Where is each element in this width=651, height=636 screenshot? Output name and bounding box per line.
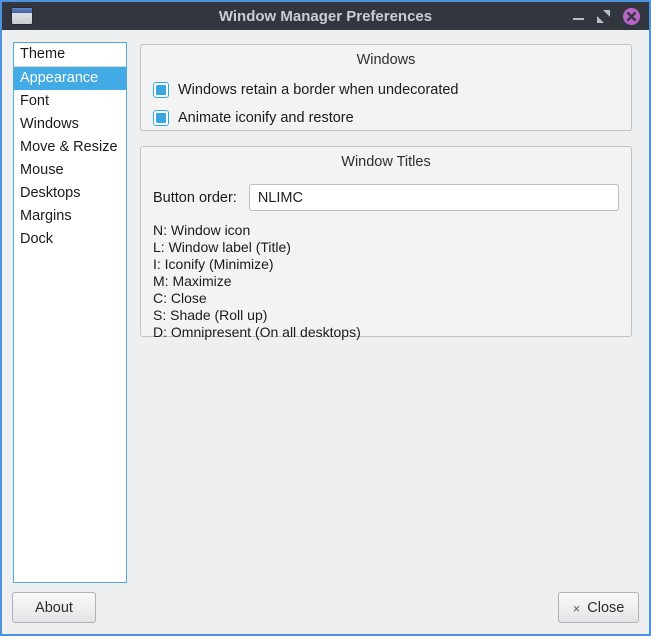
legend-line: N: Window icon	[153, 222, 619, 239]
window-titles-group-title: Window Titles	[141, 154, 631, 170]
close-icon[interactable]	[623, 8, 640, 25]
retain-border-label: Windows retain a border when undecorated	[178, 82, 459, 98]
legend-line: L: Window label (Title)	[153, 239, 619, 256]
button-order-input[interactable]	[249, 184, 619, 211]
app-window-icon	[11, 7, 33, 25]
legend-line: D: Omnipresent (On all desktops)	[153, 324, 619, 341]
checkbox-row-animate-iconify[interactable]: Animate iconify and restore	[153, 104, 619, 132]
window-title: Window Manager Preferences	[2, 8, 649, 25]
sidebar-item-move-resize[interactable]: Move & Resize	[14, 136, 126, 159]
window-manager-preferences-dialog: Window Manager Preferences Theme Appeara…	[0, 0, 651, 636]
sidebar-item-windows[interactable]: Windows	[14, 113, 126, 136]
sidebar-item-theme[interactable]: Theme	[14, 43, 126, 67]
minimize-icon[interactable]	[573, 18, 584, 20]
windows-group: Windows Windows retain a border when und…	[140, 44, 632, 131]
maximize-icon[interactable]	[597, 10, 610, 23]
about-button-label: About	[35, 600, 73, 616]
close-button[interactable]: × Close	[558, 592, 639, 623]
sidebar-item-mouse[interactable]: Mouse	[14, 159, 126, 182]
sidebar-item-margins[interactable]: Margins	[14, 205, 126, 228]
category-list: Theme Appearance Font Windows Move & Res…	[13, 42, 127, 583]
legend-line: M: Maximize	[153, 273, 619, 290]
button-order-legend: N: Window icon L: Window label (Title) I…	[153, 222, 619, 341]
close-button-label: Close	[587, 600, 624, 616]
close-x-icon: ×	[573, 601, 581, 616]
window-titles-group: Window Titles Button order: N: Window ic…	[140, 146, 632, 337]
windows-group-title: Windows	[141, 52, 631, 68]
sidebar-item-appearance[interactable]: Appearance	[14, 67, 126, 90]
sidebar-item-font[interactable]: Font	[14, 90, 126, 113]
sidebar-item-desktops[interactable]: Desktops	[14, 182, 126, 205]
button-order-label: Button order:	[153, 190, 237, 206]
checkbox-row-retain-border[interactable]: Windows retain a border when undecorated	[153, 76, 619, 104]
sidebar-item-dock[interactable]: Dock	[14, 228, 126, 251]
animate-iconify-label: Animate iconify and restore	[178, 110, 354, 126]
animate-iconify-checkbox[interactable]	[153, 110, 169, 126]
legend-line: S: Shade (Roll up)	[153, 307, 619, 324]
legend-line: I: Iconify (Minimize)	[153, 256, 619, 273]
titlebar[interactable]: Window Manager Preferences	[2, 2, 649, 30]
legend-line: C: Close	[153, 290, 619, 307]
retain-border-checkbox[interactable]	[153, 82, 169, 98]
about-button[interactable]: About	[12, 592, 96, 623]
